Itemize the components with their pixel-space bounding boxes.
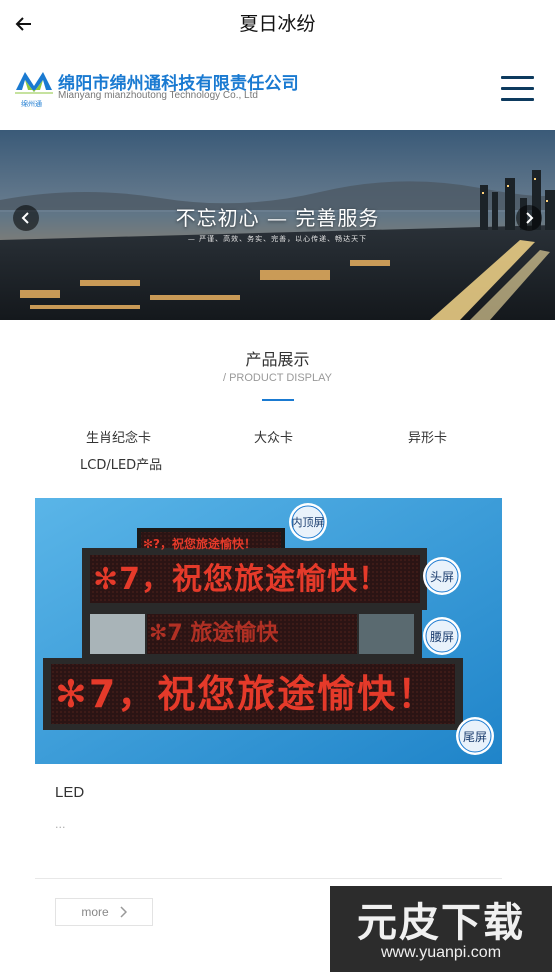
badge-head: 头屏 xyxy=(429,570,454,584)
page-title: 夏日冰纷 xyxy=(239,13,316,35)
product-name[interactable]: LED xyxy=(55,784,84,801)
logo-small-text: 绵州通 xyxy=(21,100,42,108)
more-button[interactable]: more xyxy=(55,898,153,926)
top-bar: 夏日冰纷 xyxy=(0,0,555,48)
section-underline xyxy=(262,399,294,401)
watermark: 元皮下载 www.yuanpi.com xyxy=(330,886,552,972)
product-image[interactable]: ✻?，祝您旅途愉快！ ✻7，祝您旅途愉快！ ✻7 旅途愉快 ✻7，祝您旅途愉快！… xyxy=(35,498,502,764)
category-shaped-card[interactable]: 异形卡 xyxy=(408,427,447,446)
led-top-text: ✻?，祝您旅途愉快！ xyxy=(143,537,257,551)
badge-inner-top: 内顶屏 xyxy=(291,516,325,529)
section-title: 产品展示 xyxy=(245,350,310,369)
hero-banner: 不忘初心 — 完善服务 — 严谨、高效、务实、完善，以心传递、畅达天下 xyxy=(0,130,555,320)
product-description: ... xyxy=(55,818,66,831)
badge-tail: 尾屏 xyxy=(462,730,487,744)
company-name-en: Mianyang mianzhoutong Technology Co., Lt… xyxy=(58,90,258,101)
category-lcd-led[interactable]: LCD/LED产品 xyxy=(80,454,162,473)
watermark-url: www.yuanpi.com xyxy=(380,944,502,961)
led-tail-text: ✻7，祝您旅途愉快！ xyxy=(55,672,438,716)
led-waist-text: ✻7 旅途愉快 xyxy=(149,621,279,646)
chevron-right-icon xyxy=(120,906,127,918)
site-header: 绵州通 绵阳市绵州通科技有限责任公司 Mianyang mianzhoutong… xyxy=(0,48,555,130)
company-logo[interactable]: 绵州通 绵阳市绵州通科技有限责任公司 Mianyang mianzhoutong… xyxy=(13,66,303,116)
banner-headline: 不忘初心 — 完善服务 xyxy=(175,206,380,230)
led-head-text: ✻7，祝您旅途愉快！ xyxy=(93,562,390,597)
watermark-text: 元皮下载 xyxy=(357,900,525,946)
card-divider xyxy=(35,878,502,879)
hamburger-menu-icon[interactable] xyxy=(501,76,535,102)
badge-waist: 腰屏 xyxy=(429,630,454,644)
section-subtitle: / PRODUCT DISPLAY xyxy=(222,372,332,384)
category-zodiac-card[interactable]: 生肖纪念卡 xyxy=(86,427,151,446)
category-public-card[interactable]: 大众卡 xyxy=(254,427,293,446)
banner-subline: — 严谨、高效、务实、完善，以心传递、畅达天下 xyxy=(187,235,368,243)
more-button-label: more xyxy=(81,905,109,919)
